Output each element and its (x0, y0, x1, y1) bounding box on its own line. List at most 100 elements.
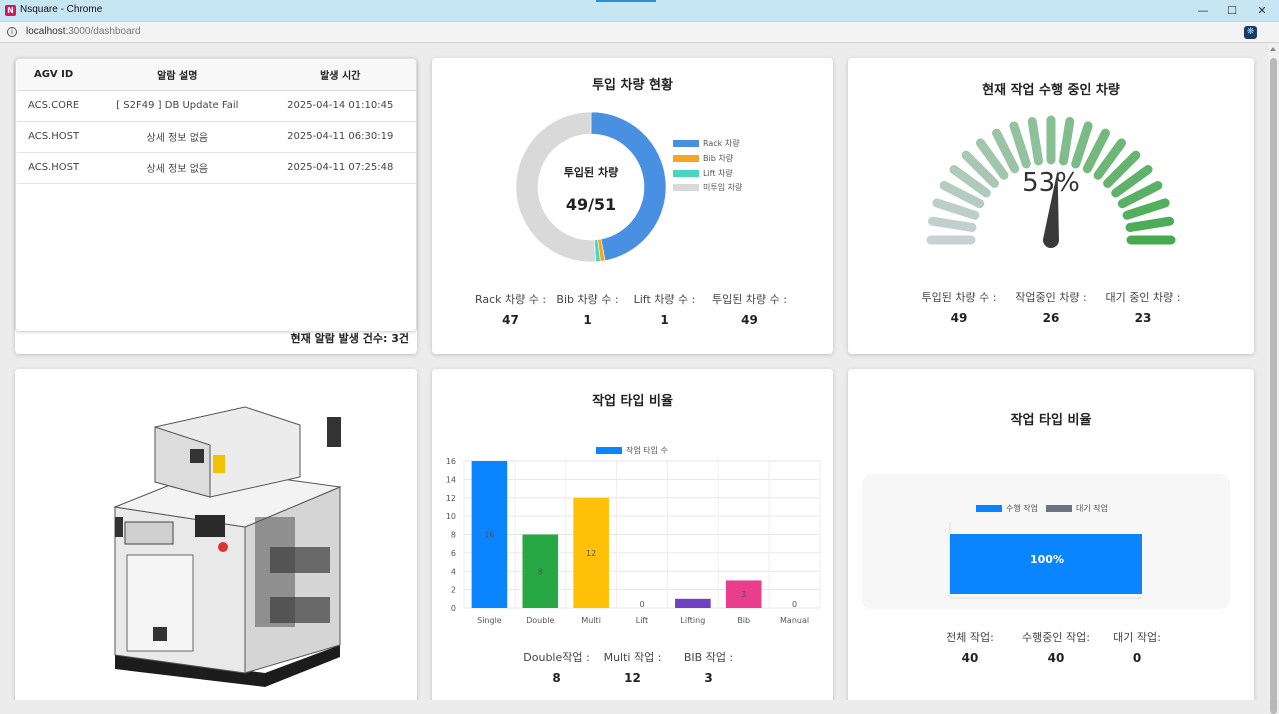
dashboard-content: AGV ID 알람 설명 발생 시간 ACS.CORE [ S2F49 ] DB… (0, 44, 1268, 700)
app-logo-icon: N (5, 5, 16, 16)
donut-slice[interactable] (515, 111, 597, 263)
legend-swatch (673, 184, 699, 191)
stat-label: Rack 차량 수 : (474, 293, 547, 306)
address-bar[interactable]: i localhost:3000/dashboard ❋ (0, 22, 1279, 43)
bar[interactable] (675, 598, 711, 608)
gauge-segment (1071, 121, 1093, 169)
data-label: 8 (538, 567, 543, 576)
working-stats: 투입된 차량 수 : 49 작업중인 차량 : 26 대기 중인 차량 : 23 (848, 289, 1254, 325)
gauge-segment (1027, 116, 1043, 166)
stat-value: 8 (552, 671, 561, 685)
stat-label: Double작업 : (523, 651, 590, 664)
gauge-segment (1125, 216, 1175, 232)
alarm-count: 현재 알람 발생 건수: 3건 (290, 332, 409, 345)
legend-swatch (976, 505, 1002, 512)
stat-value: 49 (950, 311, 968, 325)
y-tick-label: 6 (451, 549, 456, 558)
stat-value: 1 (583, 313, 592, 327)
alarm-table: AGV ID 알람 설명 발생 시간 ACS.CORE [ S2F49 ] DB… (17, 60, 416, 184)
stat-label: 전체 작업: (946, 631, 994, 644)
cell-occurred-time: 2025-04-11 06:30:19 (264, 121, 416, 153)
x-tick-label: Bib (737, 616, 750, 625)
job-type-title: 작업 타입 비율 (592, 394, 673, 409)
stat-label: Bib 차량 수 : (556, 293, 619, 306)
legend-running[interactable]: 수행 작업 (976, 503, 1038, 514)
stat-waiting: 대기 작업: 0 (1101, 629, 1173, 665)
window-title: Nsquare - Chrome (20, 4, 103, 15)
scroll-thumb[interactable] (1270, 58, 1277, 714)
scroll-up-icon[interactable] (1270, 47, 1276, 51)
y-tick-label: 2 (451, 586, 456, 595)
close-icon[interactable]: ✕ (1247, 2, 1277, 19)
alarm-table-panel: AGV ID 알람 설명 발생 시간 ACS.CORE [ S2F49 ] DB… (15, 58, 417, 332)
donut-slice[interactable] (590, 111, 667, 262)
table-row[interactable]: ACS.CORE [ S2F49 ] DB Update Fail 2025-0… (17, 90, 416, 122)
job-ratio-title: 작업 타입 비율 (1010, 413, 1092, 428)
stat-running: 수행중인 작업: 40 (1011, 629, 1101, 665)
stat-label: 수행중인 작업: (1022, 631, 1090, 644)
stat-value: 3 (704, 671, 713, 685)
x-tick-label: Double (526, 616, 554, 625)
url-host: localhost (26, 26, 66, 37)
extension-icon[interactable]: ❋ (1244, 26, 1257, 39)
gauge-segment (932, 198, 980, 220)
stat-working: 작업중인 차량 : 26 (1005, 289, 1097, 325)
stat-label: Lift 차량 수 : (633, 293, 696, 306)
cell-alarm-desc: 상세 정보 없음 (90, 121, 265, 153)
legend-label: 미투입 차량 (703, 183, 743, 192)
page-scrollbar[interactable] (1268, 44, 1279, 714)
legend-rack[interactable]: Rack 차량 (673, 138, 740, 149)
stat-total: 전체 작업: 40 (929, 629, 1011, 665)
data-label: 12 (586, 549, 596, 558)
stat-value: 40 (961, 651, 979, 665)
legend-waiting[interactable]: 대기 작업 (1046, 503, 1108, 514)
stat-double: Double작업 : 8 (517, 649, 597, 685)
legend-swatch (1046, 505, 1072, 512)
stat-bib: Bib 차량 수 : 1 (551, 291, 625, 327)
stat-value: 47 (502, 313, 519, 327)
url-path: :3000/dashboard (65, 26, 141, 37)
title-bar: N Nsquare - Chrome — ☐ ✕ (0, 0, 1279, 22)
x-tick-label: Single (477, 616, 502, 625)
info-icon[interactable]: i (7, 27, 17, 37)
legend-label: Lift 차량 (703, 169, 733, 178)
cell-occurred-time: 2025-04-11 07:25:48 (264, 152, 416, 184)
stat-value: 49 (741, 313, 758, 327)
y-tick-label: 10 (446, 512, 456, 521)
minimize-icon[interactable]: — (1188, 2, 1218, 19)
legend-label: Rack 차량 (703, 139, 740, 148)
data-label: 0 (792, 600, 797, 609)
gauge-percent: 53% (1022, 168, 1080, 198)
cell-alarm-desc: [ S2F49 ] DB Update Fail (90, 90, 265, 122)
table-row[interactable]: ACS.HOST 상세 정보 없음 2025-04-11 06:30:19 (17, 121, 416, 153)
deployed-title: 투입 차량 현황 (592, 78, 673, 93)
legend-undeployed[interactable]: 미투입 차량 (673, 182, 742, 193)
col-alarm-desc: 알람 설명 (90, 60, 265, 91)
stat-value: 1 (660, 313, 669, 327)
stat-label: 투입된 차량 수 : (921, 291, 997, 304)
maximize-icon[interactable]: ☐ (1217, 2, 1247, 19)
cell-agv-id: ACS.CORE (17, 90, 91, 122)
stat-label: 작업중인 차량 : (1015, 291, 1087, 304)
y-tick-label: 16 (446, 457, 456, 466)
legend-lift[interactable]: Lift 차량 (673, 168, 733, 179)
stat-value: 40 (1047, 651, 1065, 665)
gauge-segment (1059, 116, 1075, 166)
legend-label: Bib 차량 (703, 154, 734, 163)
job-ratio-card: 작업 타입 비율 수행 작업 대기 작업 100% 전체 작업: 40 수행중인 … (848, 369, 1254, 700)
stat-deployed: 투입된 차량 수 : 49 (705, 291, 795, 327)
stat-lift: Lift 차량 수 : 1 (625, 291, 705, 327)
stat-multi: Multi 작업 : 12 (597, 649, 669, 685)
alarm-card: AGV ID 알람 설명 발생 시간 ACS.CORE [ S2F49 ] DB… (15, 58, 417, 354)
legend-bib[interactable]: Bib 차량 (673, 153, 733, 164)
legend-swatch (596, 447, 622, 454)
table-row[interactable]: ACS.HOST 상세 정보 없음 2025-04-11 07:25:48 (17, 152, 416, 184)
gauge-segment (1122, 198, 1170, 220)
url-text[interactable]: localhost:3000/dashboard (26, 26, 141, 37)
y-tick-label: 8 (451, 531, 456, 540)
working-title: 현재 작업 수행 중인 차량 (982, 83, 1120, 98)
data-label: 3 (741, 590, 746, 599)
stat-label: Multi 작업 : (603, 651, 662, 664)
job-type-bar-chart: 0 2 4 6 8 10 12 14 16 16 Single 8 Double 12 Multi 0 Lift… (446, 457, 821, 625)
deployed-donut-chart (515, 111, 667, 263)
